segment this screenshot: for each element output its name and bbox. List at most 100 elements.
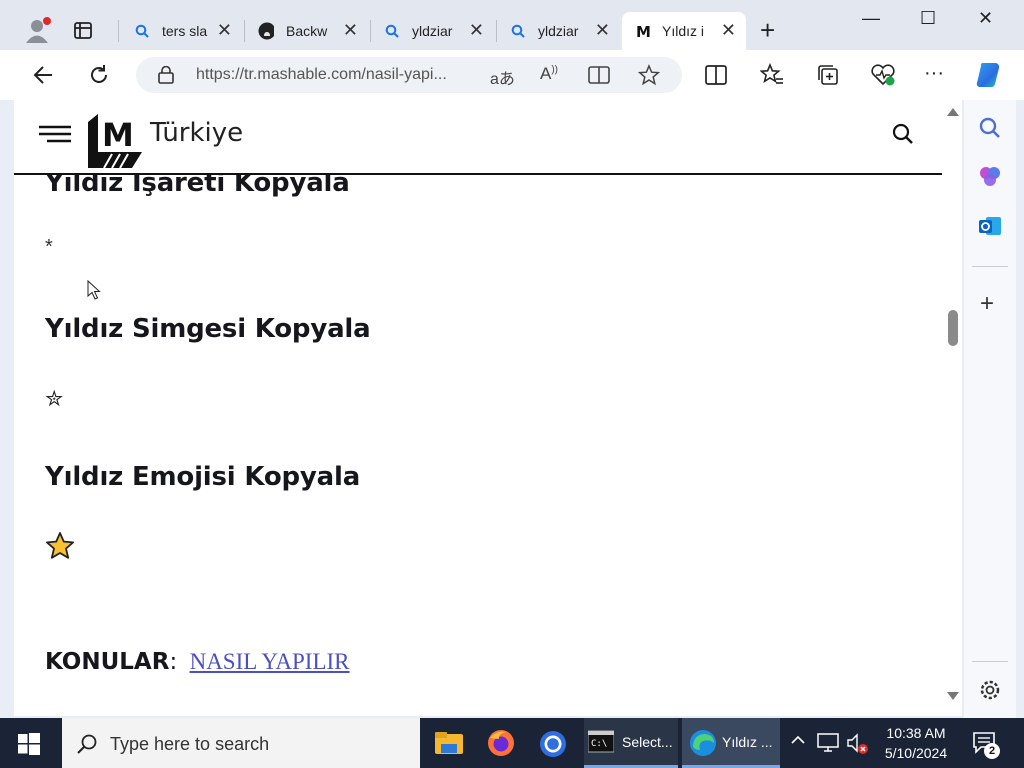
close-tab-icon[interactable]: ✕ <box>343 20 358 40</box>
svg-text:M: M <box>636 23 650 40</box>
split-screen-icon[interactable] <box>704 64 728 86</box>
hamburger-menu-icon[interactable] <box>38 125 72 145</box>
section-heading: Yıldız Emojisi Kopyala <box>45 462 361 492</box>
settings-gear-icon[interactable] <box>978 678 1002 702</box>
back-button[interactable] <box>26 58 60 92</box>
search-placeholder: Type here to search <box>110 734 270 754</box>
windows-taskbar: Type here to search C:\ Select... Yıldız… <box>0 718 1024 768</box>
read-aloud-icon[interactable]: A)) <box>540 64 558 84</box>
mashable-logo[interactable]: M <box>86 112 146 169</box>
tab-label: yldziar <box>538 23 579 39</box>
copyable-symbol[interactable]: * <box>45 236 53 259</box>
profile-icon <box>26 17 51 43</box>
add-sidebar-app-icon[interactable]: + <box>980 292 994 316</box>
taskbar-search-box[interactable]: Type here to search <box>62 718 420 768</box>
outlook-icon[interactable] <box>978 214 1002 238</box>
favorite-star-icon[interactable] <box>638 64 660 86</box>
system-clock[interactable]: 10:38 AM 5/10/2024 <box>878 723 954 763</box>
more-menu-button[interactable]: ··· <box>924 62 944 85</box>
topics-label: KONULAR <box>45 649 170 675</box>
tab-label: ters sla <box>162 23 208 39</box>
scroll-down-arrow-icon[interactable] <box>947 692 959 700</box>
close-tab-icon[interactable]: ✕ <box>721 20 736 40</box>
mashable-icon: M <box>634 22 650 40</box>
close-tab-icon[interactable]: ✕ <box>217 20 232 40</box>
search-icon <box>134 23 150 39</box>
url-text: https://tr.mashable.com/nasil-yapi... <box>196 66 447 83</box>
command-prompt-icon: C:\ <box>588 730 614 753</box>
tab-label: Backw <box>286 23 328 39</box>
topics-row: KONULAR: NASIL YAPILIR <box>45 648 350 675</box>
sidebar-search-icon[interactable] <box>978 116 1002 140</box>
page-scrollbar[interactable] <box>944 100 962 716</box>
copyable-symbol[interactable]: ✮ <box>45 386 63 412</box>
favorites-icon[interactable] <box>760 63 784 87</box>
close-tab-icon[interactable]: ✕ <box>595 20 610 40</box>
refresh-button[interactable] <box>82 58 116 92</box>
notification-center-button[interactable]: 2 <box>972 730 1000 759</box>
taskbar-app-label: Yıldız ... <box>722 734 773 750</box>
close-tab-icon[interactable]: ✕ <box>469 20 484 40</box>
browser-essentials-icon[interactable] <box>870 63 896 87</box>
clock-date: 5/10/2024 <box>884 745 948 761</box>
navigation-bar: https://tr.mashable.com/nasil-yapi... aあ… <box>0 50 1024 100</box>
topics-colon: : <box>169 649 178 675</box>
volume-muted-icon[interactable] <box>846 732 870 756</box>
copilot-icon[interactable] <box>974 60 1004 90</box>
back-arrow-icon <box>33 66 52 84</box>
tab-1[interactable]: ters sla ✕ <box>122 12 242 50</box>
minimize-button[interactable]: — <box>862 8 882 32</box>
tab-2[interactable]: Backw ✕ <box>246 12 368 50</box>
mouse-cursor-icon <box>87 280 101 300</box>
site-search-icon[interactable] <box>892 123 914 145</box>
taskbar-search-icon <box>77 734 97 754</box>
tab-actions-icon <box>74 22 92 39</box>
logo-text: Türkiye <box>150 118 244 148</box>
search-icon <box>384 23 400 39</box>
search-icon <box>510 23 526 39</box>
clock-time: 10:38 AM <box>886 725 946 741</box>
scroll-up-arrow-icon[interactable] <box>947 108 959 116</box>
topic-link[interactable]: NASIL YAPILIR <box>190 649 350 674</box>
show-hidden-icons-icon[interactable] <box>790 732 806 753</box>
chromium-icon[interactable] <box>538 729 568 759</box>
file-explorer-icon[interactable] <box>434 730 464 756</box>
taskbar-app-label: Select... <box>622 734 673 750</box>
section-heading: Yıldız Simgesi Kopyala <box>45 314 371 344</box>
tab-4[interactable]: yldziar ✕ <box>498 12 620 50</box>
page-viewport: Yıldız İşareti Kopyala * Yıldız Simgesi … <box>14 100 962 716</box>
lock-icon <box>158 66 174 84</box>
scrollbar-thumb[interactable] <box>948 310 958 346</box>
address-bar[interactable]: https://tr.mashable.com/nasil-yapi... aあ… <box>136 57 682 93</box>
translate-icon[interactable]: aあ <box>490 65 515 89</box>
close-window-button[interactable]: ✕ <box>978 8 998 32</box>
firefox-icon[interactable] <box>486 728 516 758</box>
immersive-reader-icon[interactable] <box>588 65 610 85</box>
edge-browser-icon <box>690 730 716 756</box>
logo-letter: M <box>102 116 134 154</box>
mashable-logo-icon: M <box>88 114 142 169</box>
maximize-button[interactable]: ☐ <box>920 8 940 32</box>
github-icon <box>258 22 274 40</box>
star-emoji-icon <box>46 532 74 559</box>
taskbar-app-edge[interactable]: Yıldız ... <box>682 718 780 768</box>
edge-sidebar: + <box>964 100 1016 718</box>
profile-avatar[interactable] <box>24 16 52 44</box>
taskbar-app-cmd[interactable]: C:\ Select... <box>584 718 678 768</box>
new-tab-button[interactable]: + <box>760 16 786 44</box>
collections-icon[interactable] <box>816 63 840 87</box>
site-header: M Türkiye <box>14 100 942 175</box>
tab-label: yldziar <box>412 23 453 39</box>
tab-3[interactable]: yldziar ✕ <box>372 12 494 50</box>
tab-strip: ters sla ✕ Backw ✕ yldziar ✕ yldziar ✕ M… <box>0 0 1024 50</box>
windows-start-icon[interactable] <box>18 733 40 755</box>
tab-label: Yıldız i <box>662 23 705 39</box>
refresh-icon <box>91 65 107 83</box>
copyable-emoji[interactable] <box>45 531 75 568</box>
tab-actions-button[interactable] <box>72 20 94 42</box>
notification-badge: 2 <box>984 743 1000 759</box>
network-icon[interactable] <box>816 732 840 754</box>
tab-active[interactable]: M Yıldız i ✕ <box>622 12 746 50</box>
svg-text:C:\: C:\ <box>591 739 607 749</box>
copilot-sidebar-icon[interactable] <box>978 164 1002 188</box>
